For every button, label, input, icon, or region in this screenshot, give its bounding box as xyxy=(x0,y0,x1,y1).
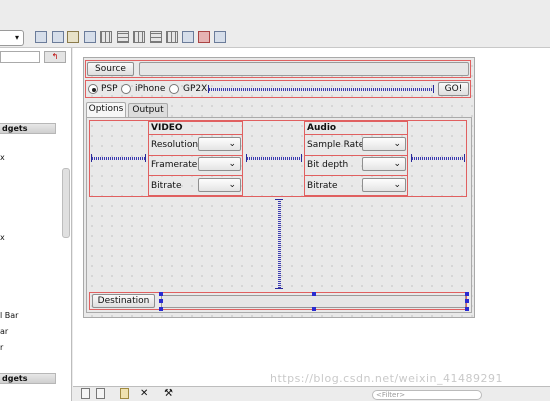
adjust-size-icon[interactable] xyxy=(214,31,226,43)
video-bitrate-combo[interactable]: ⌄ xyxy=(198,178,241,192)
watermark-text: https://blog.csdn.net/weixin_41489291 xyxy=(270,372,504,385)
widget-item[interactable]: r xyxy=(0,343,3,352)
selection-handle[interactable] xyxy=(159,307,163,311)
bit-depth-label: Bit depth xyxy=(307,160,349,170)
selection-handle[interactable] xyxy=(159,299,163,303)
gp2x-radio-label: GP2X xyxy=(183,84,208,94)
divider xyxy=(305,134,407,135)
edit-signals-icon[interactable] xyxy=(52,31,64,43)
layout-form-icon[interactable] xyxy=(182,31,194,43)
layout-grid-icon[interactable] xyxy=(166,31,178,43)
chevron-down-icon: ⌄ xyxy=(393,180,401,190)
layout-h-splitter-icon[interactable] xyxy=(133,31,145,43)
edit-widgets-icon[interactable] xyxy=(35,31,47,43)
divider xyxy=(149,134,242,135)
widget-item[interactable]: x xyxy=(0,153,5,162)
destination-button[interactable]: Destination xyxy=(92,294,155,308)
chevron-down-icon: ⌄ xyxy=(228,159,236,169)
sample-rate-label: Sample Rate xyxy=(307,140,365,150)
close-icon[interactable]: ✕ xyxy=(140,388,148,399)
audio-bitrate-combo[interactable]: ⌄ xyxy=(362,178,406,192)
tab-output[interactable]: Output xyxy=(128,103,168,117)
widget-item[interactable]: x xyxy=(0,233,5,242)
mode-combo[interactable]: ▾ xyxy=(0,30,24,46)
horizontal-spacer[interactable] xyxy=(91,154,146,162)
widget-item[interactable]: l Bar xyxy=(0,311,18,320)
widget-category-header[interactable]: dgets xyxy=(0,373,56,384)
selection-handle[interactable] xyxy=(312,292,316,296)
audio-bitrate-label: Bitrate xyxy=(307,181,338,191)
source-line-edit[interactable] xyxy=(139,62,469,76)
copy-page-icon[interactable] xyxy=(96,388,105,399)
layout-v-splitter-icon[interactable] xyxy=(150,31,162,43)
divider xyxy=(305,175,407,176)
new-page-icon[interactable] xyxy=(81,388,90,399)
divider xyxy=(305,155,407,156)
layout-vertical-icon[interactable] xyxy=(117,31,129,43)
chevron-down-icon: ⌄ xyxy=(393,139,401,149)
chevron-down-icon: ▾ xyxy=(14,33,19,42)
bit-depth-combo[interactable]: ⌄ xyxy=(362,157,406,171)
video-title: VIDEO xyxy=(151,123,183,133)
psp-radio-label: PSP xyxy=(101,84,118,94)
divider xyxy=(149,155,242,156)
layout-horizontal-icon[interactable] xyxy=(100,31,112,43)
go-button[interactable]: GO! xyxy=(438,82,469,96)
resolution-label: Resolution xyxy=(151,140,199,150)
framerate-combo[interactable]: ⌄ xyxy=(198,157,241,171)
horizontal-spacer[interactable] xyxy=(411,154,465,162)
iphone-radio-label: iPhone xyxy=(135,84,166,94)
vertical-spacer[interactable] xyxy=(275,199,283,289)
video-bitrate-label: Bitrate xyxy=(151,181,182,191)
divider xyxy=(149,175,242,176)
resolution-combo[interactable]: ⌄ xyxy=(198,137,241,151)
selection-handle[interactable] xyxy=(312,307,316,311)
sample-rate-combo[interactable]: ⌄ xyxy=(362,137,406,151)
paste-page-icon[interactable] xyxy=(120,388,129,399)
selection-handle[interactable] xyxy=(465,292,469,296)
widget-item[interactable]: ar xyxy=(0,327,8,336)
psp-radio[interactable] xyxy=(88,84,98,94)
widget-category-header[interactable]: dgets xyxy=(0,123,56,134)
chevron-down-icon: ⌄ xyxy=(228,180,236,190)
framerate-label: Framerate xyxy=(151,160,198,170)
selection-handle[interactable] xyxy=(465,299,469,303)
selection-handle[interactable] xyxy=(159,292,163,296)
scrollbar[interactable] xyxy=(62,168,70,238)
tools-icon[interactable]: ⚒ xyxy=(164,388,173,399)
audio-title: Audio xyxy=(307,123,337,133)
widget-filter-input[interactable] xyxy=(0,51,40,63)
tab-options[interactable]: Options xyxy=(86,102,126,117)
iphone-radio[interactable] xyxy=(121,84,131,94)
edit-buddies-icon[interactable] xyxy=(67,31,79,43)
source-button[interactable]: Source xyxy=(87,62,134,76)
horizontal-spacer[interactable] xyxy=(246,154,302,162)
clear-filter-icon[interactable]: ↰ xyxy=(44,51,66,63)
chevron-down-icon: ⌄ xyxy=(393,159,401,169)
selection-handle[interactable] xyxy=(465,307,469,311)
edit-tab-order-icon[interactable] xyxy=(84,31,96,43)
toolbar xyxy=(0,0,550,48)
filter-input[interactable]: <Filter> xyxy=(372,390,482,400)
break-layout-icon[interactable] xyxy=(198,31,210,43)
gp2x-radio[interactable] xyxy=(169,84,179,94)
horizontal-spacer[interactable] xyxy=(208,85,434,93)
chevron-down-icon: ⌄ xyxy=(228,139,236,149)
